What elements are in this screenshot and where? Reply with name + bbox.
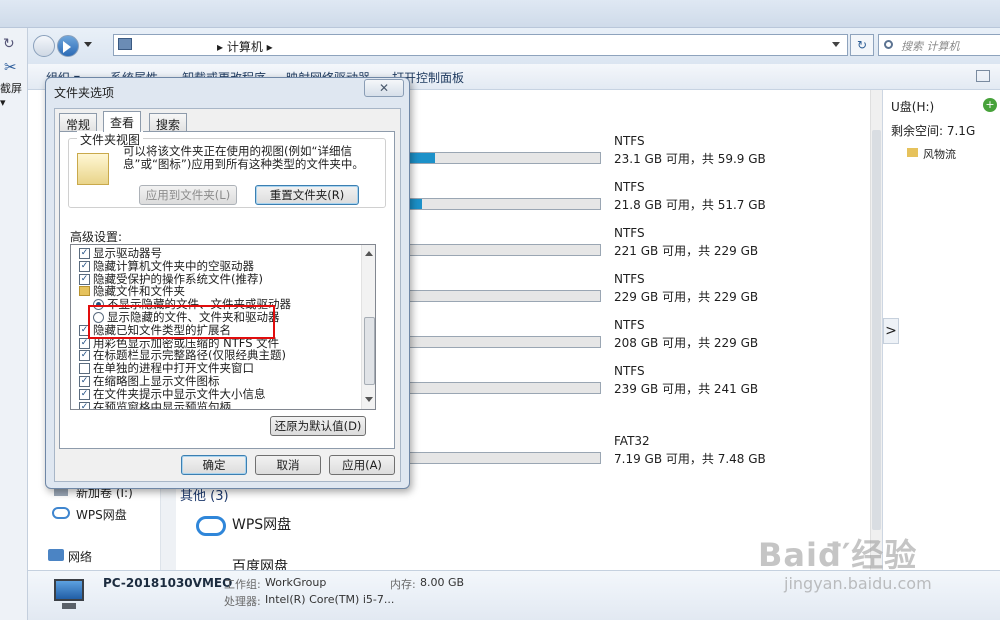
folder-item[interactable]: 风物流 [923,146,956,162]
ok-button[interactable]: 确定 [181,455,247,475]
drive-space-text: 221 GB 可用，共 229 GB [614,244,759,258]
details-pane: U盘(H:) + 剩余空间: 7.1G 风物流 > [882,90,1000,570]
checkbox[interactable]: ✓ [79,350,90,362]
checkbox[interactable]: ✓ [79,401,90,409]
drive-space-text: 239 GB 可用，共 241 GB [614,382,759,396]
advanced-settings-label: 高级设置: [70,230,123,244]
address-dropdown-icon[interactable] [832,42,840,51]
free-space-label: 剩余空间: 7.1G [891,124,976,138]
computer-icon [48,577,88,613]
checkbox[interactable]: ✓ [79,337,90,349]
folder-view-group: 文件夹视图 可以将该文件夹正在使用的视图(例如“详细信息”或“图标”)应用到所有… [68,131,386,208]
drive-filesystem: NTFS [614,226,645,240]
drive-space-text: 7.19 GB 可用，共 7.48 GB [614,452,766,466]
top-background-strip [0,0,1000,28]
search-input[interactable]: 搜索 计算机 [878,34,1000,56]
nav-item-network[interactable]: 网络 [68,548,92,565]
usb-drive-title: U盘(H:) [891,100,935,114]
memory-label: 内存: [390,578,416,591]
search-icon [884,40,893,49]
refresh-button[interactable]: ↻ [850,34,874,56]
tab-view[interactable]: 查看 [103,111,142,132]
tab-general[interactable]: 常规 [59,113,98,132]
highlight-box [88,305,275,339]
apply-button[interactable]: 应用(A) [329,455,395,475]
memory-value: 8.00 GB [420,576,465,589]
setting-label: 在预览窗格中显示预览句柄 [93,399,231,410]
dialog-title: 文件夹选项 [54,86,115,100]
folder-view-icon [77,153,109,185]
drive-filesystem: NTFS [614,364,645,378]
expand-arrow-button[interactable]: > [883,318,899,344]
cpu-value: Intel(R) Core(TM) i5-7... [265,593,395,606]
add-icon[interactable]: + [983,98,997,112]
main-scroll-thumb[interactable] [872,130,881,530]
drive-space-text: 21.8 GB 可用，共 51.7 GB [614,198,766,212]
workgroup-label: 工作组: [224,578,261,591]
checkbox[interactable]: ✓ [79,376,90,387]
network-icon [48,549,64,561]
scissors-icon[interactable]: ✂ [4,58,17,76]
watermark-url: jingyan.baidu.com [784,574,932,593]
setting-item[interactable]: ✓ 在预览窗格中显示预览句柄 [79,399,231,410]
history-dropdown-icon[interactable] [84,42,92,51]
cloud-icon [52,507,70,519]
tab-search[interactable]: 搜索 [149,113,188,132]
scroll-up-icon[interactable] [365,247,373,256]
folder-icon [79,286,90,297]
drive-space-text: 23.1 GB 可用，共 59.9 GB [614,152,766,166]
wps-cloud-icon [196,516,226,536]
address-bar-area: ▸ 计算机 ▸ ↻ 搜索 计算机 [28,28,1000,64]
drive-space-text: 229 GB 可用，共 229 GB [614,290,759,304]
settings-scrollbar[interactable] [361,245,375,409]
checkbox[interactable]: ✓ [79,388,90,400]
drive-space-text: 208 GB 可用，共 229 GB [614,336,759,350]
watermark-logo: Baiđ′经验 [758,536,918,574]
cancel-button[interactable]: 取消 [255,455,321,475]
drive-filesystem: NTFS [614,180,645,194]
folder-icon [907,148,918,157]
nav-item-wps[interactable]: WPS网盘 [76,506,127,523]
settings-scroll-thumb[interactable] [364,317,375,385]
pc-name: PC-20181030VMEO [103,576,233,590]
back-button[interactable] [33,35,55,57]
apply-to-folders-button[interactable]: 应用到文件夹(L) [139,185,237,205]
screenshot-button[interactable]: 截屏▾ [0,80,27,109]
left-edge-strip: ↻ ✂ 截屏▾ [0,28,28,620]
scroll-down-icon[interactable] [365,397,373,406]
checkbox[interactable]: ✓ [79,260,90,272]
folder-options-dialog: 文件夹选项 ✕ 常规 查看 搜索 文件夹视图 可以将该文件夹正在使用的视图(例如… [45,77,410,489]
folder-view-description: 可以将该文件夹正在使用的视图(例如“详细信息”或“图标”)应用到所有这种类型的文… [123,144,364,171]
checkbox[interactable]: ✓ [79,273,90,285]
breadcrumb[interactable]: ▸ 计算机 ▸ [217,38,273,55]
drive-filesystem: NTFS [614,318,645,332]
drive-filesystem: FAT32 [614,434,650,448]
view-icon[interactable] [976,70,990,82]
workgroup-value: WorkGroup [265,576,327,589]
undo-icon[interactable]: ↻ [3,36,15,52]
wps-drive-item[interactable]: WPS网盘 [232,514,291,534]
dialog-body: 常规 查看 搜索 文件夹视图 可以将该文件夹正在使用的视图(例如“详细信息”或“… [54,108,401,482]
checkbox[interactable] [79,363,90,375]
forward-button[interactable] [57,35,79,57]
main-scrollbar[interactable] [870,90,882,570]
reset-folders-button[interactable]: 重置文件夹(R) [255,185,359,205]
view-tab-panel: 文件夹视图 可以将该文件夹正在使用的视图(例如“详细信息”或“图标”)应用到所有… [59,131,395,449]
cpu-label: 处理器: [224,595,261,608]
checkbox[interactable]: ✓ [79,248,90,259]
close-button[interactable]: ✕ [364,79,404,97]
address-box[interactable]: ▸ 计算机 ▸ [113,34,848,56]
drive-filesystem: NTFS [614,134,645,148]
restore-defaults-button[interactable]: 还原为默认值(D) [270,416,366,436]
drive-filesystem: NTFS [614,272,645,286]
computer-icon [118,38,132,50]
